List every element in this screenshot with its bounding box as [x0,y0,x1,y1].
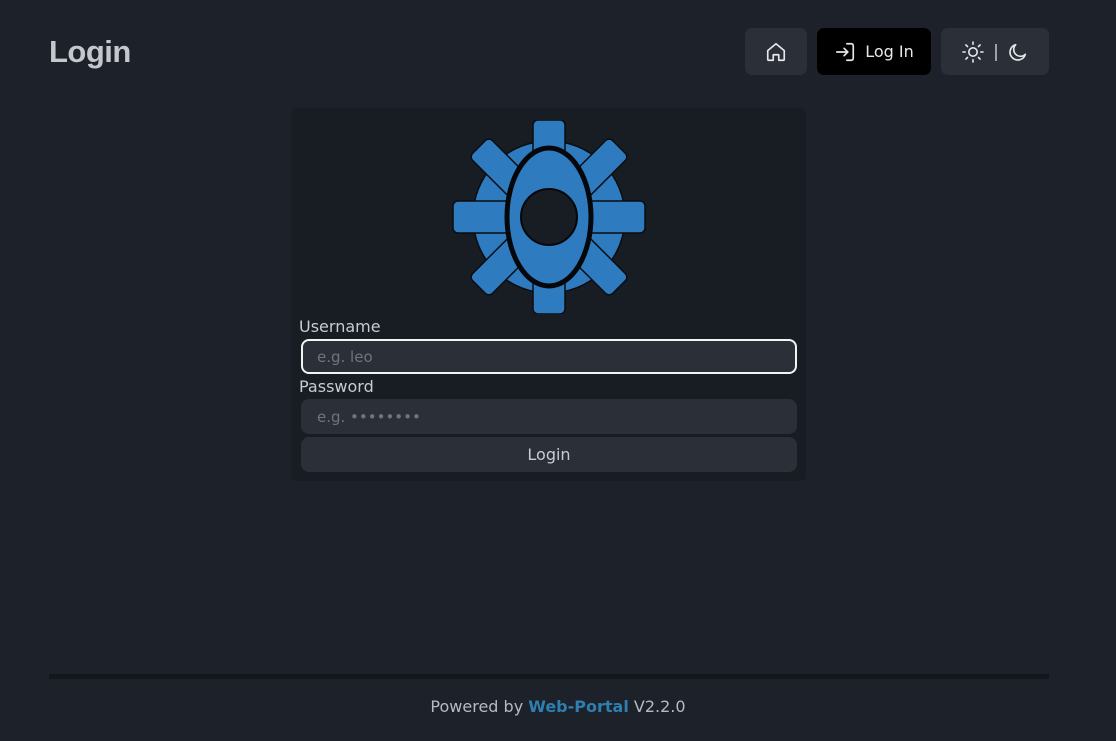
username-label: Username [299,317,381,336]
home-button[interactable] [745,28,807,75]
gear-eye-logo [452,119,646,315]
login-submit-button[interactable]: Login [301,437,797,472]
footer: Powered by Web-Portal V2.2.0 [0,694,1116,720]
web-portal-link[interactable]: Web-Portal [528,697,629,716]
top-nav: Log In | [745,28,1049,75]
log-in-icon [834,41,856,63]
footer-version: V2.2.0 [633,697,686,716]
password-label: Password [299,377,374,396]
log-in-button[interactable]: Log In [817,28,931,75]
theme-toggle[interactable]: | [941,28,1049,75]
sun-icon[interactable] [961,40,985,64]
header: Login Log In | [49,28,1049,75]
page-title: Login [49,34,131,69]
theme-separator: | [993,41,999,62]
moon-icon[interactable] [1007,41,1029,63]
username-input[interactable] [301,339,797,374]
footer-prefix: Powered by [430,697,524,716]
login-card: Username Password Login [291,108,806,481]
log-in-label: Log In [865,42,914,61]
home-icon [765,41,787,63]
password-input[interactable] [301,399,797,434]
footer-divider [49,674,1049,679]
login-page: Login Log In | Username e.g. leo Passwor… [0,0,1116,741]
